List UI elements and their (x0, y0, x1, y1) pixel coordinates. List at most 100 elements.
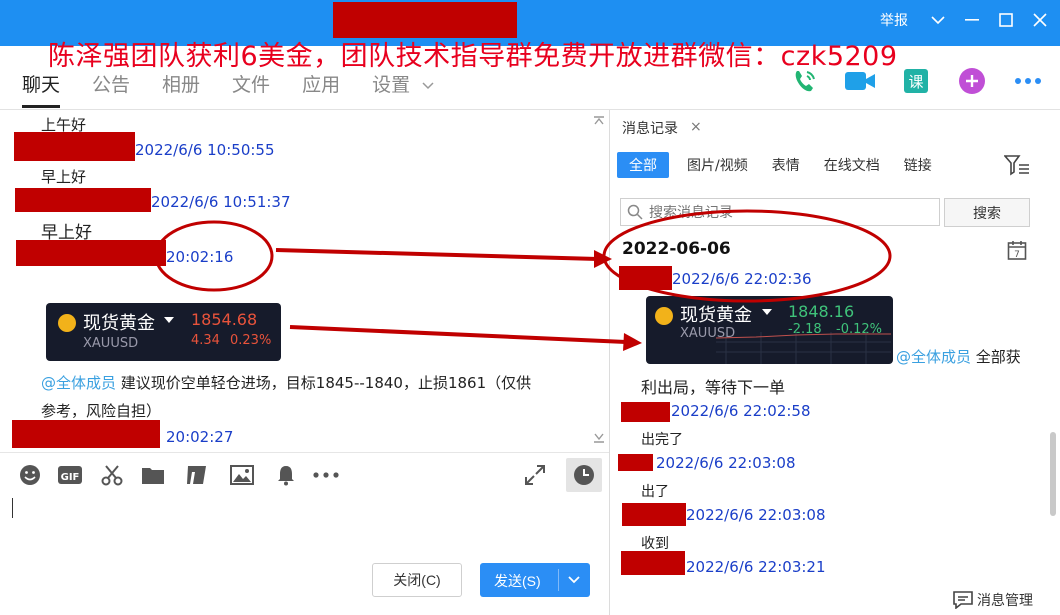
redacted-sender (622, 503, 686, 526)
redacted-sender (621, 402, 670, 422)
maximize-icon[interactable] (992, 9, 1020, 31)
svg-text:GIF: GIF (61, 472, 80, 483)
image-icon[interactable] (229, 463, 255, 487)
mention-all[interactable]: @全体成员 (896, 348, 971, 366)
main-nav: 聊天 公告 相册 文件 应用 设置 (0, 64, 444, 108)
composer-toolbar: GIF (0, 452, 609, 496)
search-icon (627, 204, 643, 220)
report-link[interactable]: 举报 (880, 10, 908, 30)
redacted-sender (12, 420, 160, 448)
voice-call-icon[interactable] (786, 66, 822, 96)
filter-stickers[interactable]: 表情 (772, 155, 800, 175)
minimize-icon[interactable] (958, 9, 986, 31)
close-icon[interactable] (1026, 9, 1054, 31)
history-tab[interactable]: 消息记录 (622, 118, 678, 138)
history-message: 收到 (641, 536, 669, 552)
send-options-chevron-icon[interactable] (564, 569, 584, 589)
history-filters: 全部 图片/视频 表情 在线文档 链接 (617, 152, 956, 178)
advice-line-2: 参考，风险自担） (41, 402, 162, 420)
quote-price: 1854.68 (191, 310, 258, 329)
search-button[interactable]: 搜索 (944, 198, 1030, 227)
quote-percent: 0.23% (230, 333, 272, 348)
tab-files[interactable]: 文件 (232, 64, 270, 108)
close-icon[interactable]: × (690, 119, 702, 135)
message-text: 早上好 (41, 168, 87, 186)
message-time: 2022/6/6 10:51:37 (151, 193, 291, 211)
mention-all[interactable]: @全体成员 (41, 374, 116, 392)
filter-links[interactable]: 链接 (904, 155, 932, 175)
message-time: 20:02:16 (166, 248, 234, 266)
message-input[interactable] (0, 496, 609, 615)
expand-icon[interactable] (522, 463, 548, 487)
gold-coin-icon (655, 307, 673, 325)
quote-sparkline (716, 332, 891, 364)
emoji-icon[interactable] (17, 463, 43, 487)
send-button[interactable]: 发送(S) (480, 563, 590, 597)
chat-message-list[interactable]: 上午好 2022/6/6 10:50:55 早上好 2022/6/6 10:51… (0, 110, 609, 452)
tab-apps[interactable]: 应用 (302, 64, 340, 108)
history-mention-text: 全部获 (971, 348, 1021, 366)
message-management-label: 消息管理 (977, 593, 1033, 609)
redacted-sender (14, 132, 135, 161)
history-time: 2022/6/6 22:02:58 (671, 402, 811, 420)
classroom-icon[interactable]: 课 (898, 66, 934, 96)
quote-change: 4.34 (191, 333, 220, 348)
advice-line-1: 建议现价空单轻仓进场，目标1845--1840，止损1861（仅供 (116, 374, 532, 392)
music-icon[interactable] (184, 463, 210, 487)
filter-all[interactable]: 全部 (617, 152, 669, 178)
message-time: 20:02:27 (166, 428, 234, 446)
history-search-box[interactable] (620, 198, 940, 226)
chevron-down-icon[interactable] (924, 9, 952, 31)
history-message: @全体成员 全部获 (896, 346, 1021, 367)
collapse-down-icon[interactable] (592, 432, 606, 444)
message-time: 2022/6/6 10:50:55 (135, 141, 275, 159)
history-date-header: 2022-06-06 (622, 239, 731, 259)
collapse-up-icon[interactable] (592, 114, 606, 126)
video-call-icon[interactable] (842, 66, 878, 96)
history-message: 出完了 (641, 432, 683, 448)
filter-media[interactable]: 图片/视频 (687, 155, 748, 175)
history-message: 出了 (641, 484, 669, 500)
caret-down-icon (762, 309, 772, 315)
text-caret (12, 498, 13, 518)
gold-quote-card[interactable]: 现货黄金 XAUUSD 1854.68 4.34 0.23% (46, 303, 281, 361)
gold-quote-card[interactable]: 现货黄金 XAUUSD 1848.16 -2.18 -0.12% (646, 296, 893, 364)
message-management-link[interactable]: 消息管理 (953, 590, 1033, 610)
calendar-icon[interactable]: 7 (1007, 240, 1027, 260)
svg-text:课: 课 (908, 73, 923, 91)
redacted-sender (619, 266, 672, 290)
history-message-line-2: 利出局，等待下一单 (641, 378, 786, 397)
chat-bubble-icon (953, 591, 973, 609)
history-time: 2022/6/6 22:03:21 (686, 558, 826, 576)
bell-icon[interactable] (273, 463, 299, 487)
send-split-divider (558, 569, 559, 591)
filter-funnel-icon[interactable] (1004, 154, 1030, 176)
tab-album[interactable]: 相册 (162, 64, 200, 108)
add-app-icon[interactable] (954, 66, 990, 96)
chevron-down-icon (422, 81, 434, 89)
svg-text:7: 7 (1014, 250, 1020, 260)
redacted-title (333, 2, 517, 38)
history-time: 2022/6/6 22:02:36 (672, 270, 812, 288)
history-clock-icon[interactable] (566, 458, 602, 492)
history-search-input[interactable] (649, 203, 929, 223)
gif-icon[interactable]: GIF (57, 463, 83, 487)
history-scrollbar[interactable] (1050, 432, 1056, 516)
tab-announcement[interactable]: 公告 (92, 64, 130, 108)
tab-chat[interactable]: 聊天 (22, 64, 61, 108)
more-icon[interactable] (1010, 66, 1046, 96)
message-text: @全体成员 建议现价空单轻仓进场，目标1845--1840，止损1861（仅供 (41, 372, 531, 393)
gold-coin-icon (58, 314, 76, 332)
redacted-sender (16, 240, 166, 266)
quote-symbol: XAUUSD (83, 336, 139, 351)
more-tools-icon[interactable] (313, 463, 339, 487)
panel-divider (609, 110, 610, 615)
nav-action-icons: 课 (766, 66, 1046, 96)
filter-docs[interactable]: 在线文档 (824, 155, 880, 175)
close-button[interactable]: 关闭(C) (372, 563, 462, 597)
annotation-arrow-bottom-head (623, 333, 642, 351)
screenshot-scissors-icon[interactable] (99, 463, 125, 487)
folder-icon[interactable] (140, 463, 166, 487)
history-time: 2022/6/6 22:03:08 (656, 454, 796, 472)
tab-settings[interactable]: 设置 (372, 64, 434, 108)
